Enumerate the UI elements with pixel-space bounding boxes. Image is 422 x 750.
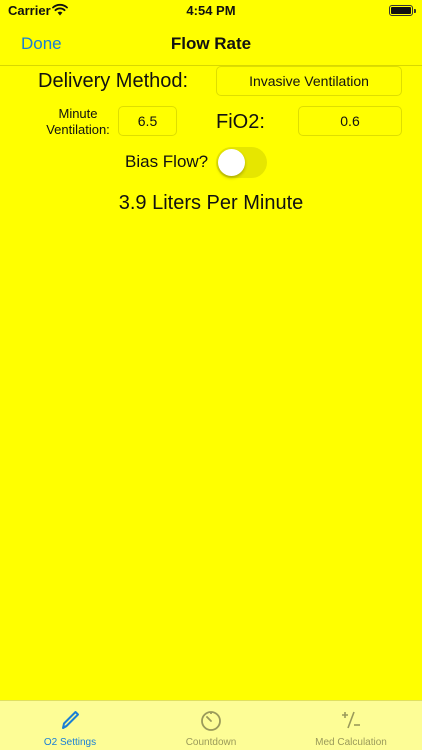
bias-flow-label: Bias Flow? xyxy=(125,152,209,171)
delivery-method-label: Delivery Method: xyxy=(38,70,189,92)
navigation-bar: Done Flow Rate xyxy=(0,22,422,66)
flow-rate-result: 3.9 Liters Per Minute xyxy=(118,192,304,214)
tab-o2-settings[interactable]: O2 Settings xyxy=(0,701,140,750)
bias-flow-toggle[interactable] xyxy=(216,147,267,178)
flow-rate-screen: Carrier 4:54 PM Done Flow Rate Delivery … xyxy=(0,0,422,750)
delivery-method-field[interactable]: Invasive Ventilation xyxy=(216,66,402,96)
pencil-icon xyxy=(62,711,79,729)
timer-icon xyxy=(201,711,221,731)
minute-ventilation-field[interactable]: 6.5 xyxy=(118,106,177,136)
toggle-knob xyxy=(218,149,245,176)
done-button[interactable]: Done xyxy=(21,34,62,54)
tab-med-calculation-label: Med Calculation xyxy=(315,737,387,748)
tab-bar: O2 Settings Countdown Med Calculation xyxy=(0,700,422,750)
page-title: Flow Rate xyxy=(170,34,252,53)
fio2-label: FiO2: xyxy=(216,111,265,133)
tab-countdown-label: Countdown xyxy=(185,737,237,748)
status-bar: Carrier 4:54 PM xyxy=(0,0,422,22)
tab-o2-settings-label: O2 Settings xyxy=(43,737,97,748)
minute-ventilation-label-line1: Minute xyxy=(58,106,98,121)
tab-med-calculation[interactable]: Med Calculation xyxy=(281,701,421,750)
minute-ventilation-label: Minute Ventilation: xyxy=(28,106,128,138)
tab-countdown[interactable]: Countdown xyxy=(141,701,281,750)
plus-minus-icon xyxy=(342,711,360,729)
battery-icon xyxy=(389,5,416,16)
status-time: 4:54 PM xyxy=(186,3,236,18)
minute-ventilation-label-line2: Ventilation: xyxy=(46,122,110,137)
fio2-field[interactable]: 0.6 xyxy=(298,106,402,136)
